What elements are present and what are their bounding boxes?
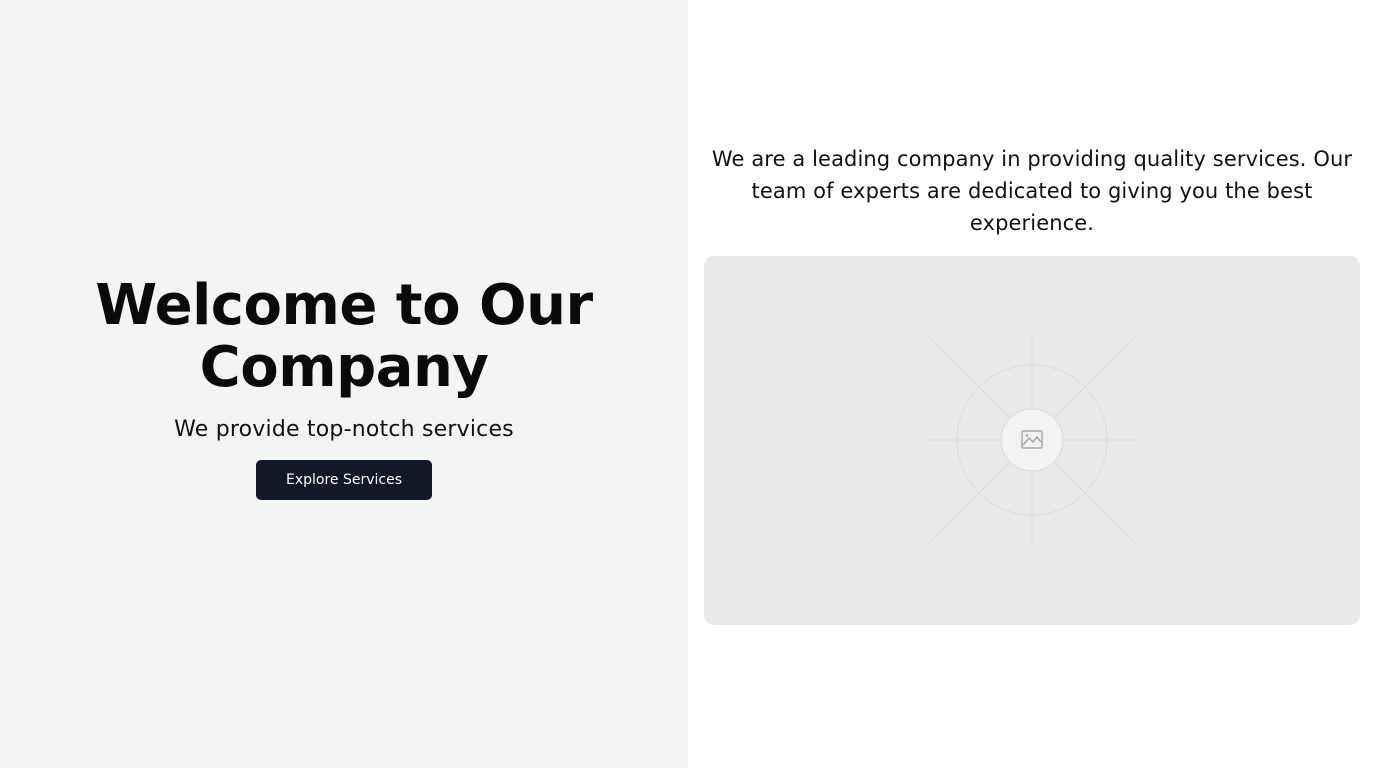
- hero-section: Welcome to Our Company We provide top-no…: [0, 0, 688, 768]
- placeholder-graphic: [927, 336, 1137, 545]
- hero-subtitle: We provide top-notch services: [174, 416, 514, 442]
- about-description: We are a leading company in providing qu…: [711, 147, 1353, 235]
- hero-title: Welcome to Our Company: [95, 272, 593, 400]
- landing-page: Welcome to Our Company We provide top-no…: [0, 0, 1376, 768]
- about-section: We are a leading company in providing qu…: [688, 0, 1376, 768]
- image-placeholder: [704, 256, 1360, 625]
- explore-services-button[interactable]: Explore Services: [256, 459, 432, 500]
